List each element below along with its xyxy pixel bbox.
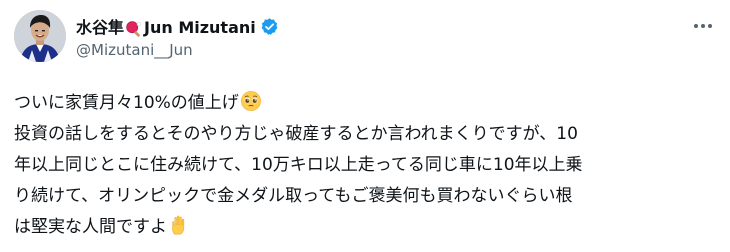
tweet-text: ついに家賃月々10%の値上げ 投資の話しをするとそのやり方じゃ破産するとか言われ… [14, 88, 719, 243]
tweet-line: り続けて、オリンピックで金メダル取ってもご褒美何も買わないぐらい根 [14, 186, 573, 206]
ping-pong-paddle-icon [126, 20, 142, 37]
handle[interactable]: @Mizutani__Jun [76, 39, 670, 61]
avatar-image [14, 10, 66, 62]
tweet-line: は堅実な人間ですよ [14, 212, 719, 243]
tweet-line: 年以上同じとこに住み続けて、10万キロ以上走ってる同じ車に10年以上乗 [14, 155, 583, 175]
tweet-line-text: は堅実な人間ですよ [14, 217, 167, 237]
name-row: 水谷隼 Jun Mizutani [76, 14, 670, 38]
tweet-line: 投資の話しをするとそのやり方じゃ破産するとか言われまくりですが、10 [14, 124, 578, 144]
avatar[interactable] [14, 10, 66, 62]
author-block: 水谷隼 Jun Mizutani @Mizutani__Jun [76, 14, 670, 61]
tweet-line-text: ついに家賃月々10%の値上げ [14, 93, 239, 113]
verified-badge-icon[interactable] [260, 17, 279, 36]
display-name-prefix: 水谷隼 [76, 18, 125, 37]
display-name[interactable]: 水谷隼 Jun Mizutani [76, 14, 256, 38]
display-name-suffix: Jun Mizutani [144, 18, 256, 37]
tweet-line: ついに家賃月々10%の値上げ [14, 88, 719, 119]
more-options-icon-dot [701, 24, 705, 28]
more-options-icon-dot [694, 24, 698, 28]
pleading-face-icon [240, 91, 261, 111]
more-options-button[interactable] [688, 14, 718, 38]
raised-hand-icon [172, 215, 185, 235]
more-options-icon-dot [708, 24, 712, 28]
tweet-card: 水谷隼 Jun Mizutani @Mizutani__Jun ついに家賃月々1… [0, 0, 730, 252]
